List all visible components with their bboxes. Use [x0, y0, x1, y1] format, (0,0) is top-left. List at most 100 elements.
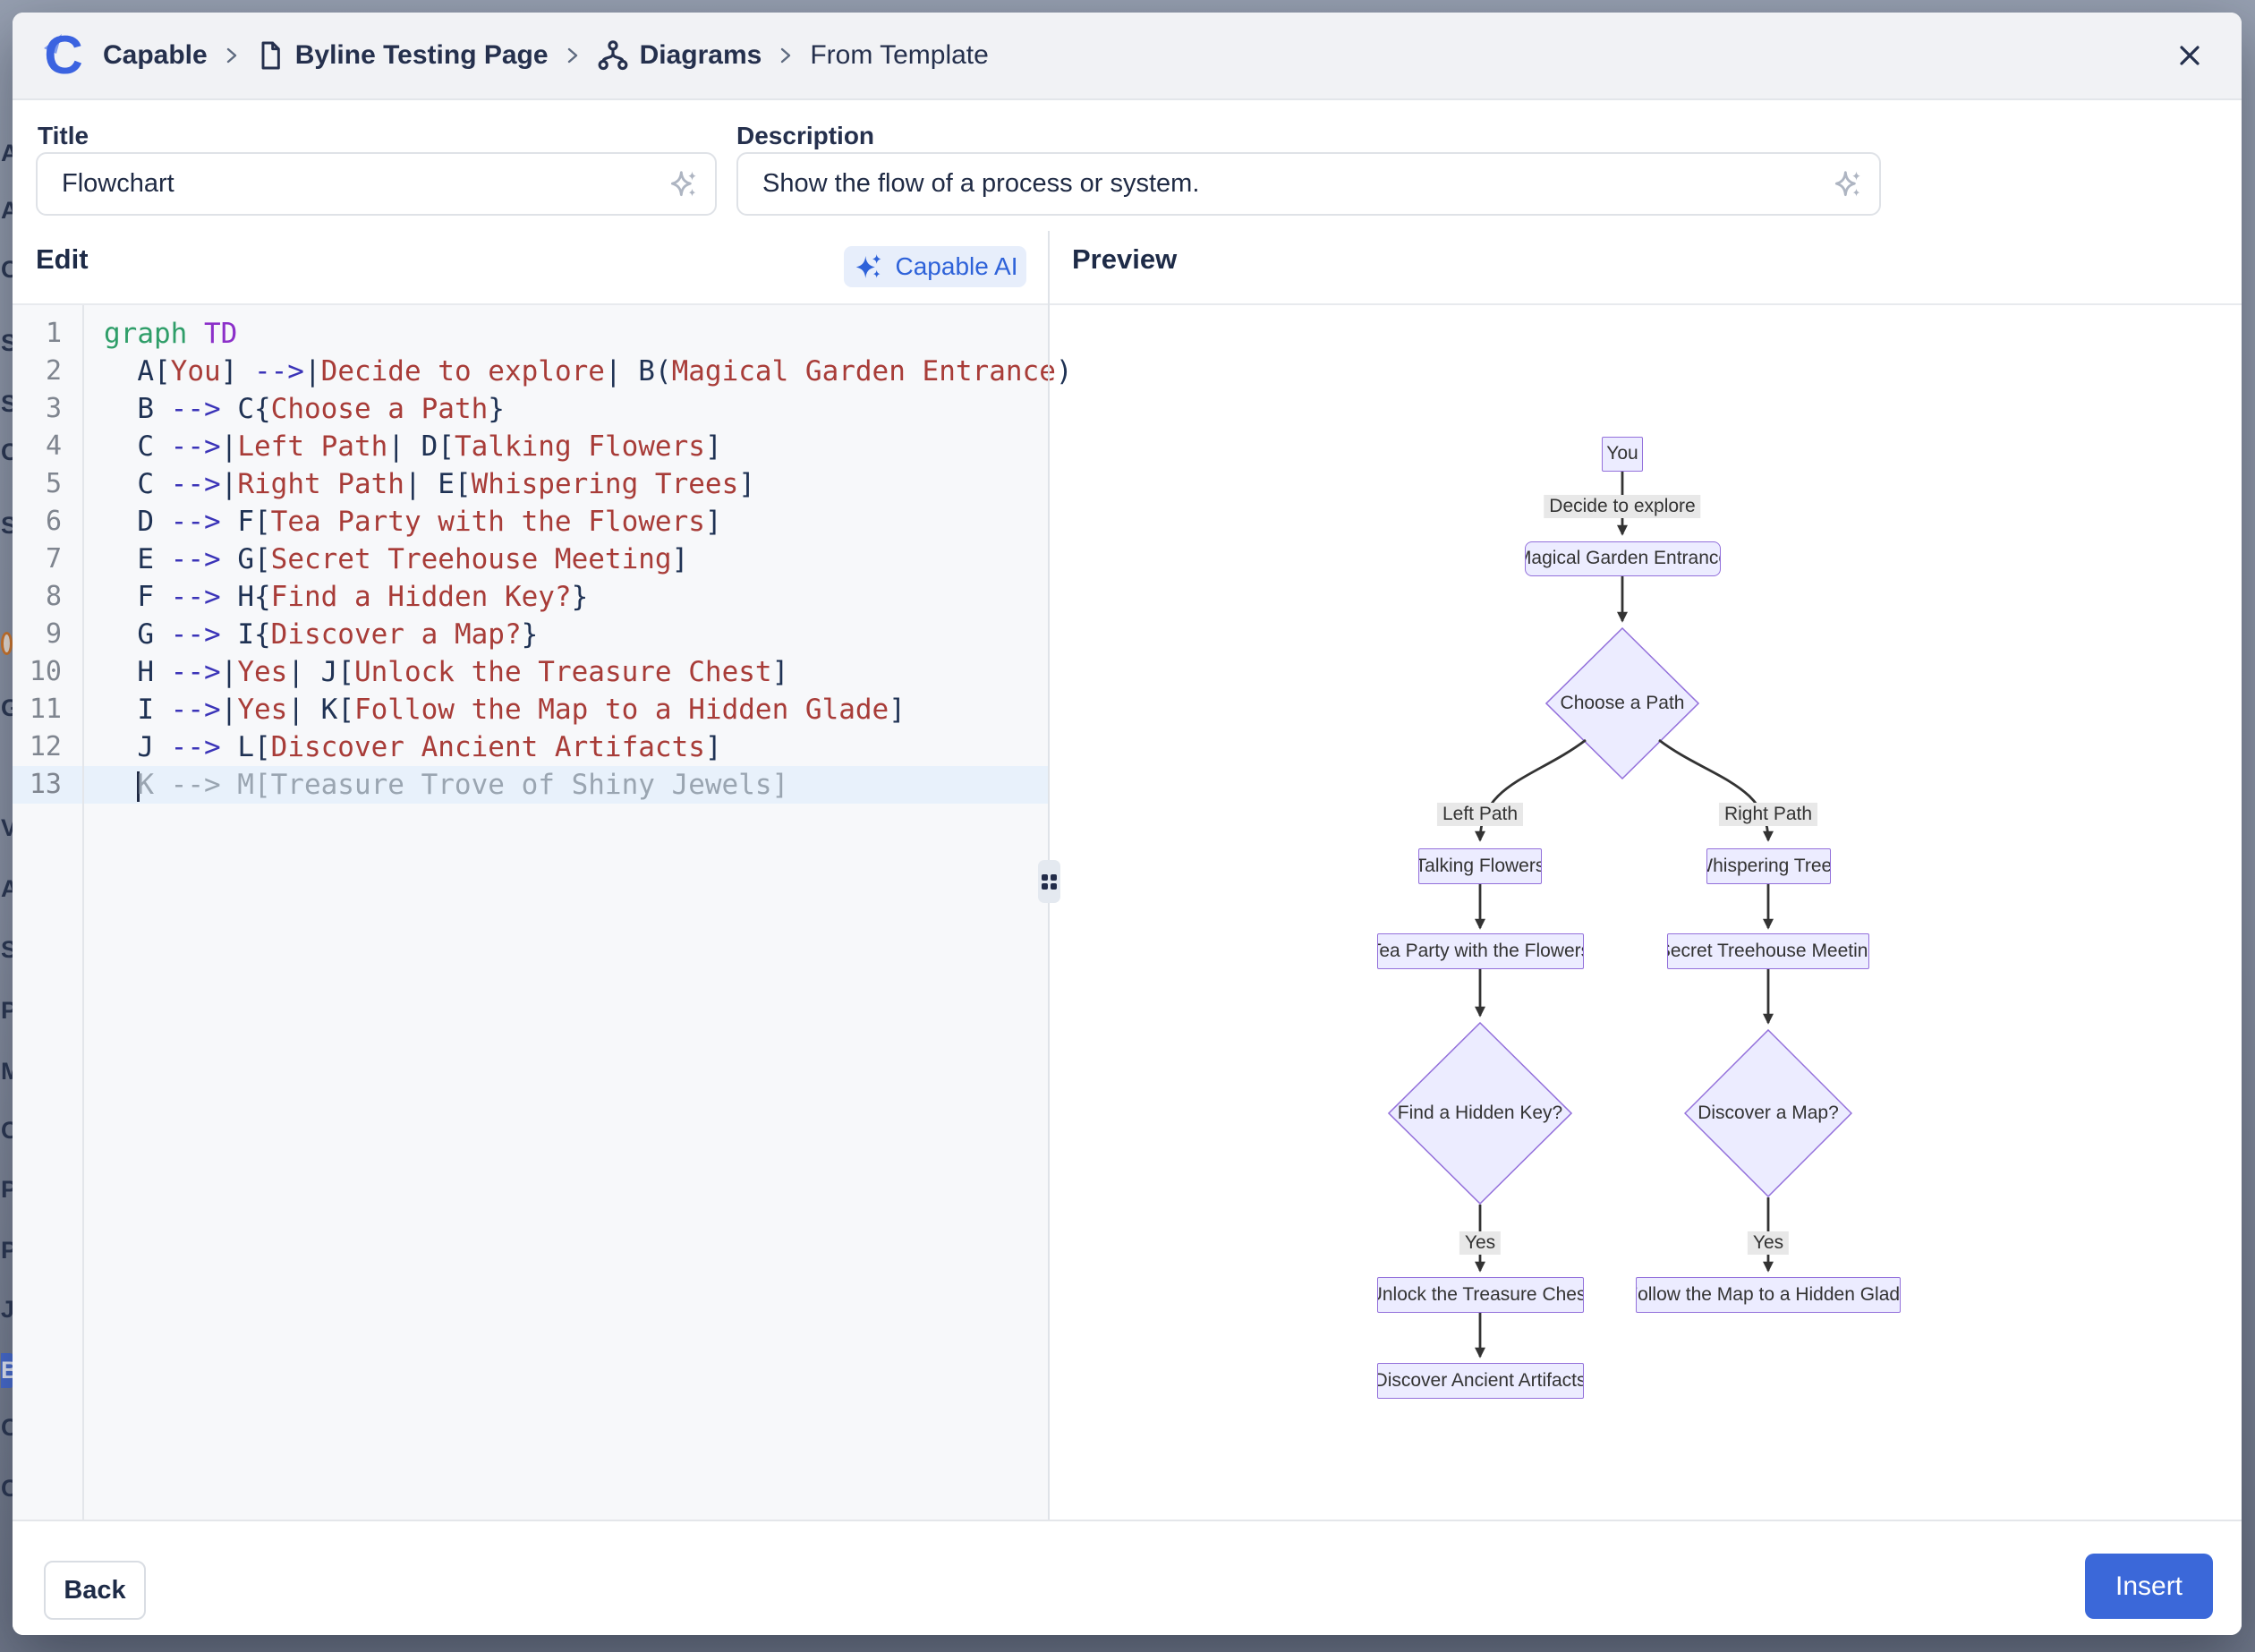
ai-sparkle-icon[interactable] — [665, 166, 701, 202]
line-number: 4 — [13, 428, 82, 465]
code-line[interactable]: 1graph TD — [13, 315, 1048, 353]
chevron-right-icon — [222, 42, 242, 69]
code-text: J --> L[Discover Ancient Artifacts] — [82, 728, 722, 766]
preview-heading: Preview — [1072, 243, 1177, 276]
line-number: 3 — [13, 390, 82, 428]
chevron-right-icon — [563, 42, 583, 69]
background-text-fragment: By — [1, 1353, 13, 1388]
description-field-wrap — [736, 152, 1881, 216]
background-text-fragment: Ca — [1, 1475, 13, 1503]
code-line[interactable]: 8 F --> H{Find a Hidden Key?} — [13, 578, 1048, 616]
panel-body: 1graph TD2 A[You] -->|Decide to explore|… — [13, 305, 2242, 1520]
line-number: 8 — [13, 578, 82, 616]
flow-node-label: Choose a Path — [1561, 693, 1685, 714]
background-text-fragment: Vi — [1, 814, 13, 842]
code-text: C -->|Right Path| E[Whispering Trees] — [82, 465, 755, 503]
code-text: A[You] -->|Decide to explore| B(Magical … — [82, 353, 1073, 390]
flow-edge-label: Decide to explore — [1544, 495, 1700, 518]
title-input[interactable] — [36, 152, 717, 216]
code-line[interactable]: 12 J --> L[Discover Ancient Artifacts] — [13, 728, 1048, 766]
background-text-fragment: Se — [1, 512, 13, 540]
code-text: graph TD — [82, 315, 237, 353]
flowchart-edges — [1050, 305, 2242, 1520]
background-text-fragment: Ar — [1, 197, 13, 225]
line-number: 1 — [13, 315, 82, 353]
background-text-fragment: Ju — [1, 1296, 13, 1324]
line-number: 7 — [13, 541, 82, 578]
background-text-fragment: Ca — [1, 1414, 13, 1442]
code-text: D --> F[Tea Party with the Flowers] — [82, 503, 722, 541]
background-text-fragment: Pr — [1, 1176, 13, 1204]
code-editor[interactable]: 1graph TD2 A[You] -->|Decide to explore|… — [13, 305, 1048, 1520]
flow-edge-label: Yes — [1748, 1231, 1789, 1255]
background-text-fragment: Ar — [1, 875, 13, 903]
background-text-fragment: Sp — [1, 329, 13, 357]
code-line[interactable]: 9 G --> I{Discover a Map?} — [13, 616, 1048, 653]
diagram-branch-icon — [597, 39, 629, 72]
code-line[interactable]: 5 C -->|Right Path| E[Whispering Trees] — [13, 465, 1048, 503]
code-text: I -->|Yes| K[Follow the Map to a Hidden … — [82, 691, 906, 728]
page: { "breadcrumb": { "items": [ { "label": … — [0, 0, 2255, 1652]
modal-footer: Back Insert — [13, 1520, 2242, 1635]
code-line[interactable]: 10 H -->|Yes| J[Unlock the Treasure Ches… — [13, 653, 1048, 691]
line-number: 10 — [13, 653, 82, 691]
line-number: 6 — [13, 503, 82, 541]
code-text: B --> C{Choose a Path} — [82, 390, 505, 428]
background-text-fragment: Se — [1, 936, 13, 964]
code-text: G --> I{Discover a Map?} — [82, 616, 538, 653]
capable-ai-button[interactable]: Capable AI — [844, 246, 1026, 287]
code-line[interactable]: 13 K --> M[Treasure Trove of Shiny Jewel… — [13, 766, 1048, 804]
background-text-fragment: Sh — [1, 390, 13, 418]
line-number: 5 — [13, 465, 82, 503]
code-text: K --> M[Treasure Trove of Shiny Jewels] — [82, 766, 788, 804]
line-number: 2 — [13, 353, 82, 390]
capable-logo-icon: C — [38, 30, 87, 81]
background-text-fragment: M — [1, 1058, 13, 1086]
breadcrumb-item-diagrams[interactable]: Diagrams — [640, 40, 762, 71]
capable-ai-label: Capable AI — [896, 252, 1018, 281]
code-line[interactable]: 11 I -->|Yes| K[Follow the Map to a Hidd… — [13, 691, 1048, 728]
background-text-fragment: Al — [1, 140, 13, 167]
line-number: 12 — [13, 728, 82, 766]
description-label: Description — [736, 122, 874, 150]
gutter-divider — [82, 305, 84, 1520]
flow-edge-label: Left Path — [1437, 803, 1523, 826]
code-line[interactable]: 2 A[You] -->|Decide to explore| B(Magica… — [13, 353, 1048, 390]
chevron-right-icon — [776, 42, 796, 69]
breadcrumb-item-from-template: From Template — [810, 40, 989, 71]
flow-edge-label: Yes — [1459, 1231, 1501, 1255]
close-button[interactable] — [2170, 36, 2209, 75]
background-text-fragment: Go — [1, 694, 13, 722]
title-label: Title — [38, 122, 89, 150]
line-number: 11 — [13, 691, 82, 728]
diagram-preview: YouMagical Garden EntranceChoose a PathT… — [1050, 305, 2242, 1520]
code-text: H -->|Yes| J[Unlock the Treasure Chest] — [82, 653, 788, 691]
panel-header-bar: Edit Capable AI Preview — [13, 231, 2242, 305]
line-number: 13 — [13, 766, 82, 804]
line-number: 9 — [13, 616, 82, 653]
panel-resize-handle[interactable] — [1038, 860, 1060, 903]
document-icon — [256, 39, 285, 72]
code-line[interactable]: 6 D --> F[Tea Party with the Flowers] — [13, 503, 1048, 541]
description-input[interactable] — [736, 152, 1881, 216]
code-line[interactable]: 4 C -->|Left Path| D[Talking Flowers] — [13, 428, 1048, 465]
modal-header: C Capable Byline Testing Page Diagrams — [13, 13, 2242, 100]
code-text: E --> G[Secret Treehouse Meeting] — [82, 541, 688, 578]
flow-node-label: Find a Hidden Key? — [1398, 1103, 1562, 1124]
code-line[interactable]: 3 B --> C{Choose a Path} — [13, 390, 1048, 428]
svg-text:C: C — [44, 30, 82, 81]
background-text-fragment: Co — [1, 256, 13, 284]
back-button[interactable]: Back — [44, 1561, 146, 1620]
code-line[interactable]: 7 E --> G[Secret Treehouse Meeting] — [13, 541, 1048, 578]
flow-edge-label: Right Path — [1719, 803, 1817, 826]
code-text: F --> H{Find a Hidden Key?} — [82, 578, 588, 616]
background-text-fragment: Co — [1, 439, 13, 466]
title-field-wrap — [36, 152, 717, 216]
breadcrumb-item-byline-testing-page[interactable]: Byline Testing Page — [295, 40, 549, 71]
background-text-fragment: Cl — [1, 1117, 13, 1145]
insert-button[interactable]: Insert — [2085, 1554, 2213, 1619]
breadcrumb-item-capable[interactable]: Capable — [103, 40, 208, 71]
ai-sparkle-icon[interactable] — [1829, 166, 1865, 202]
background-text-fragment: Pr — [1, 1237, 13, 1265]
background-compass-icon — [1, 632, 13, 655]
